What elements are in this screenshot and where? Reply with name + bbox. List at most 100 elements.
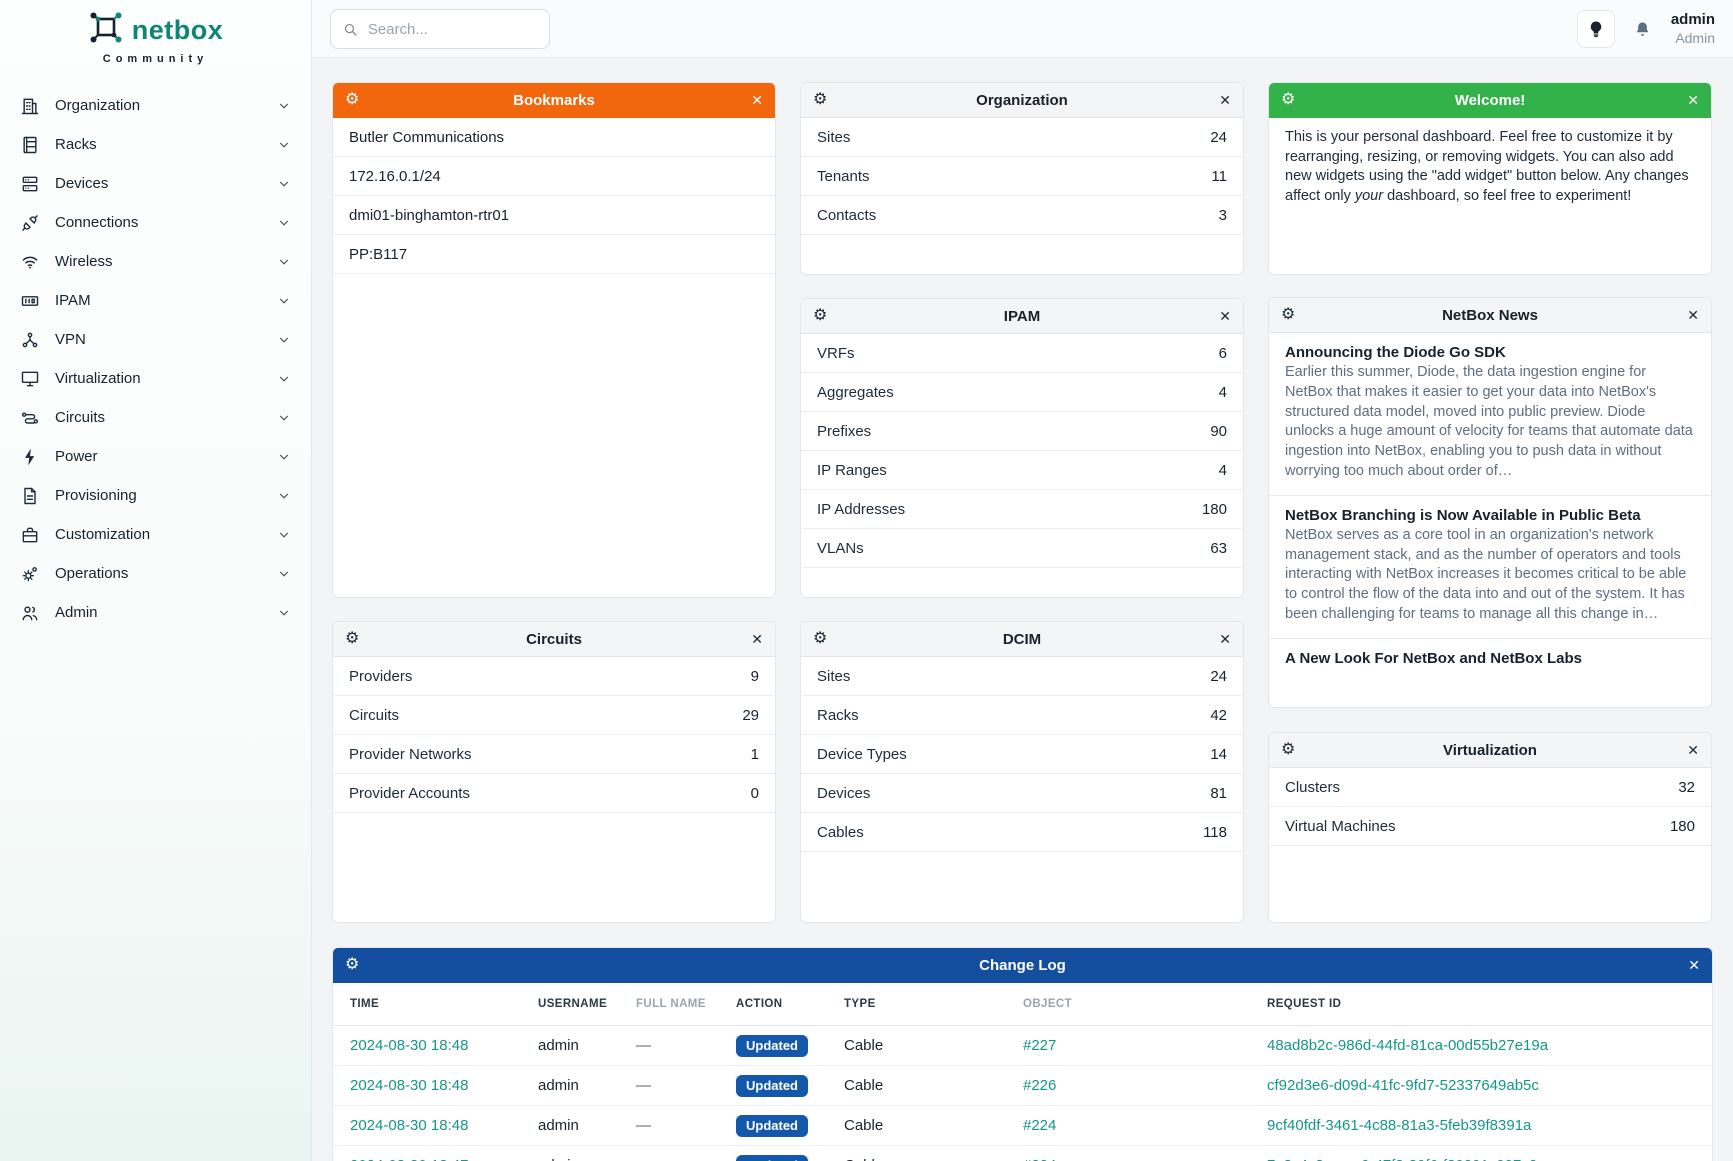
bookmark-link[interactable]: Butler Communications xyxy=(333,118,775,157)
news-headline[interactable]: NetBox Branching is Now Available in Pub… xyxy=(1285,507,1695,524)
sidebar-item-power[interactable]: Power xyxy=(0,437,311,476)
bolt-icon xyxy=(20,447,40,467)
sidebar-item-virtualization[interactable]: Virtualization xyxy=(0,359,311,398)
request-id-link[interactable]: 48ad8b2c-986d-44fd-81ca-00d55b27e19a xyxy=(1267,1037,1695,1054)
change-time-link[interactable]: 2024-08-30 18:48 xyxy=(350,1117,538,1134)
change-time-link[interactable]: 2024-08-30 18:47 xyxy=(350,1157,538,1161)
sidebar-item-wireless[interactable]: Wireless xyxy=(0,242,311,281)
stat-row: Clusters32 xyxy=(1269,768,1711,807)
widget-close-icon[interactable]: ✕ xyxy=(1219,631,1231,648)
bookmark-link[interactable]: PP:B117 xyxy=(333,235,775,274)
stat-row: IP Ranges4 xyxy=(801,451,1243,490)
widget-settings-icon[interactable]: ⚙ xyxy=(813,92,827,108)
widget-close-icon[interactable]: ✕ xyxy=(1687,307,1699,324)
search-input[interactable] xyxy=(368,21,537,38)
network-nodes-icon xyxy=(20,330,40,350)
changelog-table: TIME USERNAME FULL NAME ACTION TYPE OBJE… xyxy=(333,983,1712,1161)
news-headline[interactable]: Announcing the Diode Go SDK xyxy=(1285,344,1695,361)
news-item: Announcing the Diode Go SDK Earlier this… xyxy=(1269,333,1711,496)
change-time-link[interactable]: 2024-08-30 18:48 xyxy=(350,1037,538,1054)
stat-row: VRFs6 xyxy=(801,334,1243,373)
widget-settings-icon[interactable]: ⚙ xyxy=(1281,307,1295,323)
search-box[interactable] xyxy=(330,9,550,49)
plug-icon xyxy=(20,213,40,233)
brand[interactable]: netbox Community xyxy=(0,0,311,65)
chevron-down-icon xyxy=(277,528,291,542)
stat-row: Providers9 xyxy=(333,657,775,696)
request-id-link[interactable]: cf92d3e6-d09d-41fc-9fd7-52337649ab5c xyxy=(1267,1077,1695,1094)
widget-settings-icon[interactable]: ⚙ xyxy=(345,631,359,647)
sidebar-item-customization[interactable]: Customization xyxy=(0,515,311,554)
changelog-row: 2024-08-30 18:47 admin — Updated Cable #… xyxy=(333,1146,1712,1161)
sidebar-item-racks[interactable]: Racks xyxy=(0,125,311,164)
widget-settings-icon[interactable]: ⚙ xyxy=(345,92,359,108)
bell-icon xyxy=(1633,20,1652,39)
sidebar-item-ipam[interactable]: IPAM xyxy=(0,281,311,320)
username: admin xyxy=(1671,11,1715,30)
widget-close-icon[interactable]: ✕ xyxy=(1219,92,1231,109)
sidebar-item-organization[interactable]: Organization xyxy=(0,86,311,125)
column-header-username: USERNAME xyxy=(538,998,636,1010)
gears-icon xyxy=(20,564,40,584)
stat-row: Provider Networks1 xyxy=(333,735,775,774)
column-header-action: ACTION xyxy=(736,998,844,1010)
action-badge: Updated xyxy=(736,1115,808,1137)
changelog-widget: ⚙ Change Log ✕ TIME USERNAME FULL NAME A… xyxy=(332,947,1713,1161)
column-header-object: OBJECT xyxy=(1023,998,1267,1010)
chevron-down-icon xyxy=(277,372,291,386)
theme-toggle-button[interactable] xyxy=(1577,10,1615,48)
sidebar-nav: Organization Racks Devices Connections xyxy=(0,86,311,632)
stat-row: Sites24 xyxy=(801,118,1243,157)
changelog-row: 2024-08-30 18:48 admin — Updated Cable #… xyxy=(333,1106,1712,1146)
object-link[interactable]: #227 xyxy=(1023,1037,1267,1054)
chevron-down-icon xyxy=(277,294,291,308)
sidebar-item-provisioning[interactable]: Provisioning xyxy=(0,476,311,515)
stat-row: Device Types14 xyxy=(801,735,1243,774)
stat-row: IP Addresses180 xyxy=(801,490,1243,529)
widget-settings-icon[interactable]: ⚙ xyxy=(813,631,827,647)
widget-close-icon[interactable]: ✕ xyxy=(751,631,763,648)
user-menu[interactable]: admin Admin xyxy=(1671,11,1715,47)
building-icon xyxy=(20,96,40,116)
sidebar: netbox Community Organization Racks Devi… xyxy=(0,0,312,1161)
sidebar-item-operations[interactable]: Operations xyxy=(0,554,311,593)
widget-settings-icon[interactable]: ⚙ xyxy=(1281,92,1295,108)
stat-row: Sites24 xyxy=(801,657,1243,696)
sidebar-item-circuits[interactable]: Circuits xyxy=(0,398,311,437)
ip-address-icon xyxy=(20,291,40,311)
change-time-link[interactable]: 2024-08-30 18:48 xyxy=(350,1077,538,1094)
sidebar-item-devices[interactable]: Devices xyxy=(0,164,311,203)
stat-row: Aggregates4 xyxy=(801,373,1243,412)
column-header-full-name: FULL NAME xyxy=(636,998,736,1010)
sidebar-item-vpn[interactable]: VPN xyxy=(0,320,311,359)
document-icon xyxy=(20,486,40,506)
chevron-down-icon xyxy=(277,567,291,581)
widget-settings-icon[interactable]: ⚙ xyxy=(345,957,359,973)
lightbulb-icon xyxy=(1587,20,1605,38)
sidebar-item-admin[interactable]: Admin xyxy=(0,593,311,632)
notifications-button[interactable] xyxy=(1631,17,1655,41)
dcim-widget: ⚙ DCIM ✕ Sites24 Racks42 Device Types14 … xyxy=(800,621,1244,923)
stat-row: Racks42 xyxy=(801,696,1243,735)
request-id-link[interactable]: 9cf40fdf-3461-4c88-81a3-5feb39f8391a xyxy=(1267,1117,1695,1134)
stat-row: VLANs63 xyxy=(801,529,1243,568)
bookmark-link[interactable]: dmi01-binghamton-rtr01 xyxy=(333,196,775,235)
bookmark-link[interactable]: 172.16.0.1/24 xyxy=(333,157,775,196)
object-link[interactable]: #224 xyxy=(1023,1157,1267,1161)
widget-close-icon[interactable]: ✕ xyxy=(1219,308,1231,325)
stat-row: Devices81 xyxy=(801,774,1243,813)
widget-settings-icon[interactable]: ⚙ xyxy=(813,308,827,324)
widget-close-icon[interactable]: ✕ xyxy=(1687,92,1699,109)
widget-close-icon[interactable]: ✕ xyxy=(1687,742,1699,759)
widget-close-icon[interactable]: ✕ xyxy=(1688,957,1700,974)
users-icon xyxy=(20,603,40,623)
request-id-link[interactable]: 7a3c4c3a-aca9-47f3-89f6-f89291c997c2 xyxy=(1267,1157,1695,1161)
object-link[interactable]: #226 xyxy=(1023,1077,1267,1094)
stat-row: Provider Accounts0 xyxy=(333,774,775,813)
action-badge: Updated xyxy=(736,1155,808,1161)
news-headline[interactable]: A New Look For NetBox and NetBox Labs xyxy=(1285,650,1695,667)
sidebar-item-connections[interactable]: Connections xyxy=(0,203,311,242)
object-link[interactable]: #224 xyxy=(1023,1117,1267,1134)
widget-close-icon[interactable]: ✕ xyxy=(751,92,763,109)
widget-settings-icon[interactable]: ⚙ xyxy=(1281,742,1295,758)
